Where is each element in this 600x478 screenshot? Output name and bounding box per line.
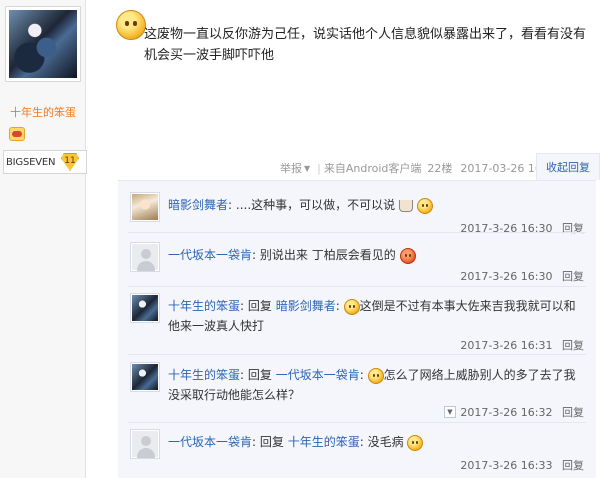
coffee-cup-icon [398, 199, 413, 212]
post-meta: 举报 ▼ | 来自Android客户端 22楼 2017-03-26 16:26 [280, 160, 560, 176]
reply-prefix: 回复 [259, 435, 284, 449]
reply-button[interactable]: 回复 [562, 222, 584, 235]
post-floor: 22楼 [427, 162, 453, 175]
reply-text: ....这种事，可以做，不可以说 [235, 198, 396, 212]
laughing-emoji-icon [407, 434, 424, 451]
reply-footer: 2017-3-26 16:30 回复 [460, 220, 584, 236]
forum-badge[interactable]: BIGSEVEN 11 [3, 150, 87, 174]
reply-button[interactable]: 回复 [562, 270, 584, 283]
reply-divider [128, 422, 586, 423]
reply-time: 2017-3-26 16:31 [460, 339, 553, 352]
reply-time: 2017-3-26 16:30 [460, 270, 553, 283]
reply-content: 十年生的笨蛋: 回复 暗影剑舞者: 这倒是不过有本事大佐来吉我我就可以和他来一波… [168, 298, 576, 333]
poster-avatar[interactable] [5, 6, 81, 82]
chevron-down-icon[interactable]: ▼ [444, 406, 456, 418]
reply-username[interactable]: 十年生的笨蛋 [168, 299, 240, 313]
reply-content: 一代坂本一袋肯: 回复 十年生的笨蛋: 没毛病 [168, 432, 586, 452]
poster-column: 十年生的笨蛋 BIGSEVEN 11 [0, 0, 87, 478]
reply-footer: 2017-3-26 16:30 回复 [460, 268, 584, 284]
reply-panel: 暗影剑舞者: ....这种事，可以做，不可以说 2017-3-26 16:30 … [118, 180, 596, 478]
reply-username[interactable]: 一代坂本一袋肯 [168, 435, 252, 449]
post-text: 这废物一直以反你游为己任，说实话他个人信息貌似暴露出来了，看看有没有机会买一波手… [144, 27, 587, 63]
reply-button[interactable]: 回复 [562, 339, 584, 352]
poster-username[interactable]: 十年生的笨蛋 [0, 104, 86, 120]
reply-divider [128, 354, 586, 355]
reply-target-user[interactable]: 暗影剑舞者 [276, 299, 336, 313]
reply-username[interactable]: 十年生的笨蛋 [168, 368, 240, 382]
reply-time: 2017-3-26 16:32 [460, 406, 553, 419]
reply-item: 十年生的笨蛋: 回复 一代坂本一袋肯: 怎么了网络上威胁别人的多了去了我没采取行… [128, 362, 588, 420]
reply-item: 十年生的笨蛋: 回复 暗影剑舞者: 这倒是不过有本事大佐来吉我我就可以和他来一波… [128, 293, 588, 353]
reply-content: 十年生的笨蛋: 回复 一代坂本一袋肯: 怎么了网络上威胁别人的多了去了我没采取行… [168, 367, 576, 402]
chevron-down-icon[interactable]: ▼ [304, 164, 310, 173]
reply-text: 别说出来 丁柏辰会看见的 [259, 248, 396, 262]
reply-target-user[interactable]: 十年生的笨蛋 [288, 435, 360, 449]
reply-prefix: 回复 [247, 299, 272, 313]
reply-divider [128, 286, 586, 287]
reply-avatar[interactable] [130, 293, 160, 323]
reply-avatar[interactable] [130, 242, 160, 272]
grin-emoji-icon [343, 298, 360, 315]
reply-username[interactable]: 一代坂本一袋肯 [168, 248, 252, 262]
reply-divider [128, 232, 586, 233]
fold-replies-button[interactable]: 收起回复 [536, 153, 600, 180]
meta-separator: | [317, 161, 321, 175]
badge-level: 11 [61, 153, 79, 171]
reply-avatar[interactable] [130, 429, 160, 459]
reply-target-user[interactable]: 一代坂本一袋肯 [276, 368, 360, 382]
reply-time: 2017-3-26 16:33 [460, 459, 553, 472]
reply-button[interactable]: 回复 [562, 406, 584, 419]
reply-content: 一代坂本一袋肯: 别说出来 丁柏辰会看见的 [168, 245, 586, 265]
reply-button[interactable]: 回复 [562, 459, 584, 472]
reply-time: 2017-3-26 16:30 [460, 222, 553, 235]
reply-footer: 2017-3-26 16:33 回复 [460, 457, 584, 473]
angry-emoji-icon [399, 247, 416, 264]
reply-text: 没毛病 [367, 435, 404, 449]
surprised-emoji-icon [416, 197, 433, 214]
gamepad-icon[interactable] [9, 127, 25, 141]
poster-avatar-image [9, 10, 77, 78]
reply-prefix: 回复 [247, 368, 272, 382]
reply-item: 一代坂本一袋肯: 别说出来 丁柏辰会看见的 2017-3-26 16:30 回复 [128, 242, 588, 284]
reply-footer: 2017-3-26 16:32 回复 [460, 404, 584, 420]
badge-name: BIGSEVEN [6, 156, 56, 168]
reply-username[interactable]: 暗影剑舞者 [168, 198, 228, 212]
grin-emoji-icon [116, 10, 146, 40]
reply-avatar[interactable] [130, 362, 160, 392]
reply-avatar[interactable] [130, 192, 160, 222]
reply-item: 一代坂本一袋肯: 回复 十年生的笨蛋: 没毛病 2017-3-26 16:33 … [128, 429, 588, 473]
report-link[interactable]: 举报 [280, 160, 302, 176]
post-source[interactable]: 来自Android客户端 [324, 160, 422, 176]
reply-content: 暗影剑舞者: ....这种事，可以做，不可以说 [168, 195, 586, 215]
dizzy-emoji-icon [367, 367, 384, 384]
reply-footer: 2017-3-26 16:31 回复 [460, 337, 584, 353]
